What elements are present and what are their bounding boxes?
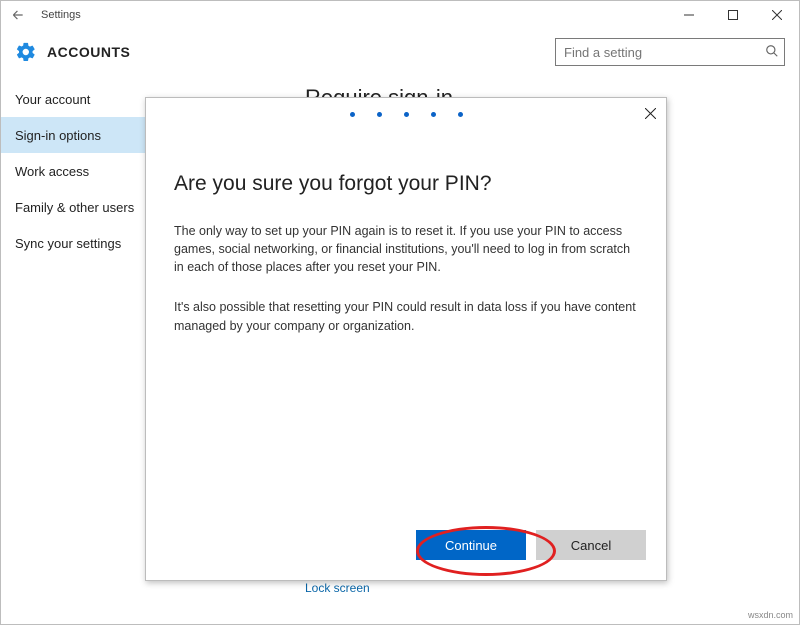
continue-button[interactable]: Continue: [416, 530, 526, 560]
search-input[interactable]: [555, 38, 785, 66]
forgot-pin-dialog: Are you sure you forgot your PIN? The on…: [145, 97, 667, 581]
settings-window: Settings ACCOUNTS Your account Sign-in o…: [0, 0, 800, 625]
close-icon: [772, 10, 782, 20]
titlebar: Settings: [1, 1, 799, 29]
minimize-icon: [684, 10, 694, 20]
search-icon: [765, 44, 779, 58]
gear-icon: [15, 41, 37, 63]
dialog-paragraph: It's also possible that resetting your P…: [174, 298, 638, 334]
dialog-paragraph: The only way to set up your PIN again is…: [174, 222, 638, 276]
dialog-close-button[interactable]: [645, 106, 656, 122]
sidebar-item-label: Family & other users: [15, 200, 134, 215]
sidebar-item-label: Your account: [15, 92, 90, 107]
sidebar-item-label: Sign-in options: [15, 128, 101, 143]
page-title: ACCOUNTS: [47, 44, 130, 60]
lock-screen-link[interactable]: Lock screen: [305, 581, 769, 595]
dot-icon: [458, 112, 463, 117]
back-button[interactable]: [1, 1, 35, 29]
search-wrap: [555, 38, 785, 66]
close-icon: [645, 108, 656, 119]
arrow-left-icon: [11, 8, 25, 22]
close-button[interactable]: [755, 1, 799, 29]
dot-icon: [431, 112, 436, 117]
dialog-buttons: Continue Cancel: [416, 530, 646, 560]
window-title: Settings: [35, 9, 81, 21]
dot-icon: [377, 112, 382, 117]
progress-dots: [146, 112, 666, 117]
dot-icon: [404, 112, 409, 117]
header: ACCOUNTS: [1, 29, 799, 75]
cancel-button[interactable]: Cancel: [536, 530, 646, 560]
sidebar-item-label: Work access: [15, 164, 89, 179]
dialog-body: Are you sure you forgot your PIN? The on…: [146, 98, 666, 335]
maximize-icon: [728, 10, 738, 20]
watermark: wsxdn.com: [748, 610, 793, 620]
minimize-button[interactable]: [667, 1, 711, 29]
maximize-button[interactable]: [711, 1, 755, 29]
dot-icon: [350, 112, 355, 117]
sidebar-item-label: Sync your settings: [15, 236, 121, 251]
window-controls: [667, 1, 799, 29]
dialog-title: Are you sure you forgot your PIN?: [174, 172, 638, 196]
